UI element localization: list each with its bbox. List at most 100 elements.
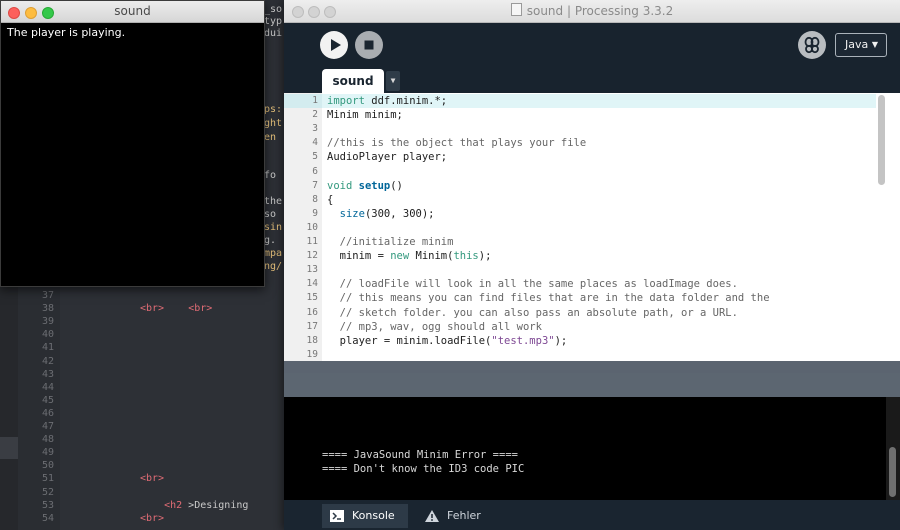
code-line: 9 size(300, 300); bbox=[284, 207, 876, 221]
tab-errors-label: Fehler bbox=[447, 509, 481, 522]
background-line-code: <br> bbox=[140, 512, 165, 524]
line-number: 6 bbox=[312, 165, 318, 177]
background-line-number: 49 bbox=[41, 447, 54, 459]
code-line: 10 bbox=[284, 221, 876, 235]
code-line: 17 // mp3, wav, ogg should all work bbox=[284, 320, 876, 334]
tab-errors[interactable]: Fehler bbox=[417, 504, 497, 528]
console-output[interactable]: ==== JavaSound Minim Error ==== ==== Don… bbox=[284, 397, 900, 500]
line-number: 1 bbox=[312, 95, 318, 106]
terminal-icon bbox=[330, 510, 344, 522]
mode-selector[interactable]: Java ▼ bbox=[835, 33, 887, 57]
code-line: 1 import ddf.minim.*; bbox=[284, 94, 876, 108]
sketch-status-text: The player is playing. bbox=[7, 26, 126, 39]
code-text: minim = new Minim(this); bbox=[327, 250, 492, 263]
code-line: 16 // sketch folder. you can also pass a… bbox=[284, 306, 876, 320]
background-line-code: <br> <br> bbox=[140, 303, 213, 315]
console-line: ==== JavaSound Minim Error ==== bbox=[322, 449, 518, 461]
code-text: // sketch folder. you can also pass an a… bbox=[339, 306, 738, 319]
background-line-number: 46 bbox=[41, 407, 54, 419]
code-text: //initialize minim bbox=[339, 236, 454, 248]
code-text: // mp3, wav, ogg should all work bbox=[339, 320, 542, 333]
code-text: // this means you can find files that ar… bbox=[339, 292, 770, 305]
code-text: { bbox=[327, 193, 334, 206]
background-line-number: 42 bbox=[41, 355, 54, 367]
editor-scroll-thumb[interactable] bbox=[878, 95, 885, 185]
background-line-number: 39 bbox=[41, 316, 54, 328]
tab-menu-button[interactable]: ▼ bbox=[386, 71, 400, 91]
code-text: player = minim.loadFile("test.mp3"); bbox=[327, 334, 568, 347]
line-number: 19 bbox=[306, 348, 318, 360]
butterfly-icon bbox=[804, 36, 820, 54]
code-text: void setup() bbox=[327, 179, 403, 192]
console-scroll-thumb[interactable] bbox=[889, 447, 896, 497]
code-line: 15 // this means you can find files that… bbox=[284, 291, 876, 305]
line-number: 5 bbox=[312, 151, 318, 163]
background-line-number: 45 bbox=[41, 394, 54, 406]
code-line: 7 void setup() bbox=[284, 179, 876, 193]
code-line: 3 bbox=[284, 122, 876, 136]
line-number: 9 bbox=[312, 207, 318, 219]
line-number: 15 bbox=[306, 292, 318, 304]
sketch-window-title: sound bbox=[114, 4, 151, 18]
sketch-output-window: sound The player is playing. bbox=[0, 0, 265, 287]
background-line-number: 54 bbox=[41, 512, 54, 524]
background-line-number: 41 bbox=[41, 342, 54, 354]
background-line-number: 43 bbox=[41, 368, 54, 380]
play-icon bbox=[331, 39, 341, 51]
line-number: 14 bbox=[306, 278, 318, 290]
warning-icon bbox=[425, 510, 439, 522]
chevron-down-icon: ▼ bbox=[871, 40, 878, 49]
tab-sound[interactable]: sound bbox=[322, 69, 384, 93]
background-line-number: 53 bbox=[41, 499, 54, 511]
line-number: 3 bbox=[312, 123, 318, 135]
document-icon bbox=[510, 3, 522, 16]
background-line-number: 38 bbox=[41, 303, 54, 315]
background-line-number: 37 bbox=[41, 290, 54, 301]
processing-window-title: sound | Processing 3.3.2 bbox=[284, 0, 900, 22]
line-number: 16 bbox=[306, 306, 318, 318]
code-text: //this is the object that plays your fil… bbox=[327, 137, 587, 150]
code-line: 2 Minim minim; bbox=[284, 108, 876, 122]
sketch-titlebar[interactable]: sound bbox=[1, 1, 264, 23]
code-line: 8{ bbox=[284, 193, 876, 207]
line-number: 2 bbox=[312, 109, 318, 121]
code-line: 4 //this is the object that plays your fi… bbox=[284, 136, 876, 150]
code-text: import ddf.minim.*; bbox=[327, 95, 448, 107]
line-number: 8 bbox=[312, 193, 318, 205]
code-line: 5 AudioPlayer player; bbox=[284, 150, 876, 164]
code-text: AudioPlayer player; bbox=[327, 151, 448, 164]
line-number: 13 bbox=[306, 264, 318, 276]
run-button[interactable] bbox=[320, 31, 348, 59]
background-line-number: 50 bbox=[41, 460, 54, 472]
code-line: 6 bbox=[284, 165, 876, 179]
code-line: 11 //initialize minim bbox=[284, 235, 876, 249]
message-area bbox=[284, 373, 900, 397]
background-line-number: 44 bbox=[41, 381, 54, 393]
line-number: 7 bbox=[312, 179, 318, 191]
tab-console[interactable]: Konsole bbox=[322, 504, 408, 528]
stop-icon bbox=[364, 40, 374, 50]
processing-titlebar[interactable]: sound | Processing 3.3.2 bbox=[284, 0, 900, 23]
line-number: 17 bbox=[306, 320, 318, 332]
background-editor-peeking-code: _so typ dui ps: ght en fo the so sin g. … bbox=[264, 4, 283, 272]
line-number: 4 bbox=[312, 137, 318, 149]
debug-button[interactable] bbox=[798, 31, 826, 59]
stop-button[interactable] bbox=[355, 31, 383, 59]
code-line: 13 bbox=[284, 263, 876, 277]
processing-ide-window: sound | Processing 3.3.2 Java ▼ sound ▼ bbox=[284, 0, 900, 530]
background-line-number: 48 bbox=[41, 434, 54, 446]
code-line: 12 minim = new Minim(this); bbox=[284, 249, 876, 263]
code-text: Minim minim; bbox=[327, 109, 403, 122]
sketch-canvas[interactable]: The player is playing. bbox=[1, 23, 264, 286]
processing-window-title-text: sound | Processing 3.3.2 bbox=[526, 4, 674, 18]
line-number: 10 bbox=[306, 221, 318, 233]
code-line: 19 bbox=[284, 348, 876, 361]
code-text: // loadFile will look in all the same pl… bbox=[339, 278, 738, 291]
line-number: 11 bbox=[306, 236, 318, 247]
line-number: 18 bbox=[306, 334, 318, 346]
code-editor[interactable]: 1 import ddf.minim.*; 2 Minim minim; 3 4 //thi… bbox=[284, 93, 900, 361]
sketch-tab-bar: sound ▼ bbox=[284, 67, 900, 93]
code-line: 18 player = minim.loadFile("test.mp3"); bbox=[284, 334, 876, 348]
chevron-down-icon: ▼ bbox=[390, 76, 396, 85]
background-line-code: <h2 >Designing bbox=[164, 499, 249, 511]
